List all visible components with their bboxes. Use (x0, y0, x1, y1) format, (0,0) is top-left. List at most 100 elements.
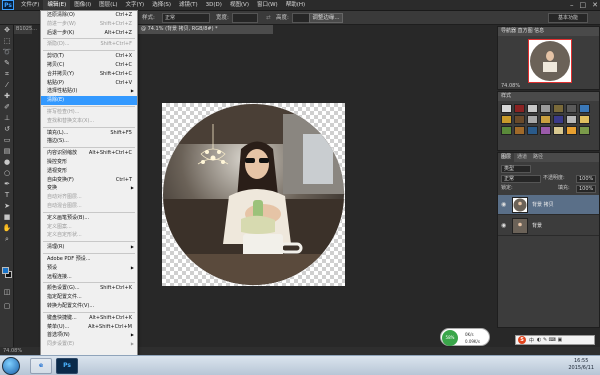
blur-tool-icon[interactable]: ● (0, 157, 14, 168)
marquee-tool-icon[interactable]: ⬚ (0, 36, 14, 47)
tab-channels[interactable]: 通道 (514, 153, 530, 162)
edit-menu-item[interactable]: 后退一步(K) Alt+Ctrl+Z (41, 29, 137, 38)
style-swatch[interactable] (540, 126, 551, 135)
width-input[interactable] (232, 13, 258, 23)
style-swatch[interactable] (566, 104, 577, 113)
refine-edge-button[interactable]: 调整边缘... (309, 13, 343, 23)
style-swatch[interactable] (553, 115, 564, 124)
edit-menu-item[interactable]: 预设 ▶ (41, 264, 137, 273)
sogou-icon[interactable]: S (518, 336, 526, 344)
crop-tool-icon[interactable]: ⌗ (0, 69, 14, 80)
workspace-select[interactable]: 基本功能 (548, 13, 588, 23)
menu-item[interactable]: 3D(D) (202, 0, 226, 11)
ime-mode[interactable]: 中 (529, 337, 534, 344)
edit-menu-item[interactable]: 描边(S)... (41, 137, 137, 146)
edit-menu-item[interactable]: 指定配置文件... (41, 293, 137, 302)
tab-layers[interactable]: 图层 (498, 153, 515, 162)
ime-toolbar[interactable]: S 中 ◐ ✎ ⌨ ▣ (515, 335, 595, 345)
document-tab-other[interactable]: B1025... (14, 25, 37, 34)
style-swatch[interactable] (501, 115, 512, 124)
layer-row[interactable]: ◉ 背景 拷贝 (498, 195, 599, 215)
edit-menu-item[interactable]: 菜单(U)... Alt+Shift+Ctrl+M (41, 323, 137, 332)
style-swatch[interactable] (553, 104, 564, 113)
edit-menu-item[interactable]: 操控变形 (41, 158, 137, 167)
close-icon[interactable]: ✕ (592, 0, 598, 11)
visibility-eye-icon[interactable]: ◉ (501, 222, 506, 229)
edit-menu-item[interactable]: Adobe PDF 预设... (41, 255, 137, 264)
zoom-tool-icon[interactable]: ⌕ (0, 234, 14, 245)
style-swatch[interactable] (514, 115, 525, 124)
edit-menu-item[interactable]: 剪切(T) Ctrl+X (41, 52, 137, 61)
healing-brush-tool-icon[interactable]: ✚ (0, 91, 14, 102)
photoshop-taskbar-icon[interactable]: Ps (56, 358, 78, 374)
menu-item[interactable]: 编辑(E) (43, 0, 71, 11)
menu-item[interactable]: 帮助(H) (282, 0, 309, 11)
style-swatch[interactable] (540, 115, 551, 124)
edit-menu-item[interactable]: 定义画笔预设(B)... (41, 214, 137, 223)
menu-item[interactable]: 窗口(W) (253, 0, 282, 11)
style-swatch[interactable] (540, 104, 551, 113)
style-swatch[interactable] (566, 126, 577, 135)
layer-row[interactable]: ◉ 背景 (498, 216, 599, 236)
clock[interactable]: 16:55 2015/6/11 (568, 358, 594, 372)
screen-mode-icon[interactable]: ▢ (0, 301, 14, 312)
edit-menu-item[interactable]: 还原清除(O) Ctrl+Z (41, 11, 137, 20)
style-swatch[interactable] (579, 126, 590, 135)
quick-mask-icon[interactable]: ◫ (0, 287, 14, 298)
styles-title[interactable]: 样式 (498, 92, 599, 101)
style-swatch[interactable] (579, 104, 590, 113)
edit-menu-item[interactable]: 键盘快捷键... Alt+Shift+Ctrl+K (41, 314, 137, 323)
style-select[interactable]: 正常 (162, 13, 210, 23)
style-swatch[interactable] (553, 126, 564, 135)
canvas-transparency[interactable] (162, 103, 345, 286)
edit-menu-item[interactable]: 首选项(N) ▶ (41, 331, 137, 340)
menu-item[interactable]: 文件(F) (17, 0, 43, 11)
zoom-status[interactable]: 74.08% (3, 348, 22, 354)
menu-item[interactable]: 滤镜(T) (175, 0, 202, 11)
edit-menu-item[interactable]: 选择性粘贴(I) ▶ (41, 87, 137, 96)
edit-menu-item[interactable]: 粘贴(P) Ctrl+V (41, 79, 137, 88)
quick-select-tool-icon[interactable]: ✎ (0, 58, 14, 69)
brush-tool-icon[interactable]: ✐ (0, 102, 14, 113)
menu-item[interactable]: 选择(S) (148, 0, 175, 11)
edit-menu-item[interactable]: 变换 ▶ (41, 184, 137, 193)
maximize-icon[interactable]: □ (580, 0, 587, 11)
edit-menu-item[interactable]: 清理(R) ▶ (41, 243, 137, 252)
shape-tool-icon[interactable]: ■ (0, 212, 14, 223)
fill-input[interactable]: 100% (576, 185, 596, 193)
edit-menu-item[interactable]: 拷贝(C) Ctrl+C (41, 61, 137, 70)
edit-menu-item[interactable]: 填充(L)... Shift+F5 (41, 129, 137, 138)
network-speed-widget[interactable]: 58% 0K/s 0.09K/s (440, 328, 490, 346)
swap-icon[interactable]: ⇄ (266, 13, 271, 23)
foreground-color-swatch[interactable] (2, 267, 9, 274)
edit-menu-item[interactable]: 透视变形 (41, 167, 137, 176)
lasso-tool-icon[interactable]: ➰ (0, 47, 14, 58)
opacity-input[interactable]: 100% (576, 175, 596, 183)
start-button-icon[interactable] (2, 357, 20, 375)
history-brush-tool-icon[interactable]: ↺ (0, 124, 14, 135)
layer-name[interactable]: 背景 拷贝 (532, 201, 554, 208)
move-tool-icon[interactable]: ✥ (0, 25, 14, 36)
style-swatch[interactable] (527, 126, 538, 135)
document-tab-active[interactable]: @ 74.1% (背景 拷贝, RGB/8#) * (138, 25, 273, 34)
style-swatch[interactable] (514, 126, 525, 135)
edit-menu-item[interactable]: 清除(E) (41, 96, 137, 105)
ime-tools-icon[interactable]: ◐ ✎ ⌨ ▣ (537, 337, 562, 343)
layer-kind-filter[interactable]: 类型 (501, 165, 531, 173)
visibility-eye-icon[interactable]: ◉ (501, 201, 506, 208)
style-swatch[interactable] (527, 115, 538, 124)
style-swatch[interactable] (566, 115, 577, 124)
edit-menu-item[interactable]: 远程连接... (41, 273, 137, 282)
layer-name[interactable]: 背景 (532, 222, 542, 229)
pen-tool-icon[interactable]: ✒ (0, 179, 14, 190)
style-swatch[interactable] (501, 126, 512, 135)
ie-taskbar-icon[interactable]: e (30, 358, 52, 374)
tab-paths[interactable]: 路径 (530, 153, 546, 162)
type-tool-icon[interactable]: T (0, 190, 14, 201)
edit-menu-item[interactable]: 自由变换(F) Ctrl+T (41, 176, 137, 185)
eyedropper-tool-icon[interactable]: ⁄ (0, 80, 14, 91)
edit-menu-item[interactable]: 内容识别缩放 Alt+Shift+Ctrl+C (41, 149, 137, 158)
edit-menu-item[interactable]: 合并拷贝(Y) Shift+Ctrl+C (41, 70, 137, 79)
menu-item[interactable]: 图层(L) (95, 0, 121, 11)
hand-tool-icon[interactable]: ✋ (0, 223, 14, 234)
